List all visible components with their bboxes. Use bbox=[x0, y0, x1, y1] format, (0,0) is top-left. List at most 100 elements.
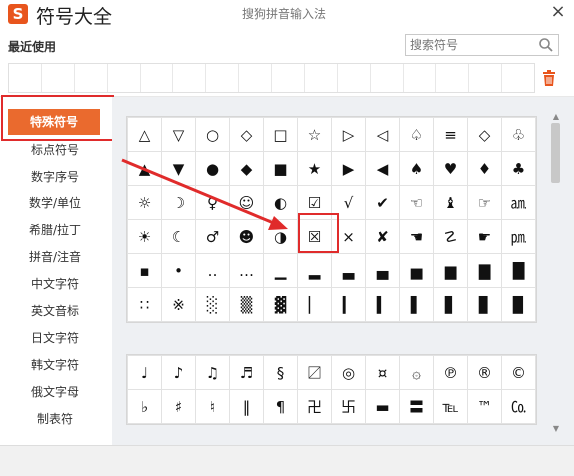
symbol-cell[interactable]: ▽ bbox=[161, 117, 196, 152]
symbol-cell[interactable]: ♧ bbox=[501, 117, 536, 152]
symbol-cell[interactable]: ◐ bbox=[263, 185, 298, 220]
recent-slot[interactable] bbox=[338, 64, 371, 92]
recent-slot[interactable] bbox=[141, 64, 174, 92]
search-box[interactable] bbox=[405, 34, 559, 56]
symbol-cell[interactable]: ◇ bbox=[467, 117, 502, 152]
symbol-cell[interactable]: △ bbox=[127, 117, 162, 152]
symbol-cell[interactable]: ▉ bbox=[501, 287, 536, 322]
symbol-cell[interactable]: 〼 bbox=[297, 355, 332, 390]
scroll-thumb[interactable] bbox=[551, 123, 560, 183]
symbol-cell[interactable]: ☆ bbox=[297, 117, 332, 152]
symbol-cell[interactable]: █ bbox=[501, 253, 536, 288]
recent-slot[interactable] bbox=[502, 64, 534, 92]
symbol-cell[interactable]: ◁ bbox=[365, 117, 400, 152]
symbol-cell[interactable]: 〓 bbox=[399, 389, 434, 424]
scroll-down-icon[interactable]: ▼ bbox=[551, 425, 561, 433]
recent-slot[interactable] bbox=[239, 64, 272, 92]
symbol-cell[interactable]: ✘ bbox=[365, 219, 400, 254]
search-input[interactable] bbox=[410, 37, 534, 53]
recent-slot[interactable] bbox=[108, 64, 141, 92]
symbol-cell[interactable]: ♣ bbox=[501, 151, 536, 186]
symbol-cell[interactable]: ▶ bbox=[331, 151, 366, 186]
symbol-cell[interactable]: • bbox=[161, 253, 196, 288]
symbol-cell[interactable]: ♥ bbox=[433, 151, 468, 186]
symbol-cell[interactable]: ☀ bbox=[127, 219, 162, 254]
symbol-cell[interactable]: ▌ bbox=[399, 287, 434, 322]
symbol-cell[interactable]: ☻ bbox=[229, 219, 264, 254]
sidebar-item-math-units[interactable]: 数学/单位 bbox=[0, 191, 110, 215]
symbol-cell[interactable]: § bbox=[263, 355, 298, 390]
recent-slot[interactable] bbox=[371, 64, 404, 92]
symbol-cell[interactable]: ◇ bbox=[229, 117, 264, 152]
symbol-cell[interactable]: ☽ bbox=[161, 185, 196, 220]
symbol-cell[interactable]: 卐 bbox=[331, 389, 366, 424]
sidebar-item-number-sequence[interactable]: 数字序号 bbox=[0, 165, 110, 189]
symbol-cell[interactable]: ▆ bbox=[433, 253, 468, 288]
symbol-cell[interactable]: ☾ bbox=[161, 219, 196, 254]
symbol-cell[interactable]: ◑ bbox=[263, 219, 298, 254]
symbol-cell[interactable]: ▬ bbox=[365, 389, 400, 424]
symbol-cell[interactable]: ▓ bbox=[263, 287, 298, 322]
symbol-cell[interactable]: ▃ bbox=[331, 253, 366, 288]
symbol-cell[interactable]: ≡ bbox=[433, 117, 468, 152]
close-icon[interactable]: × bbox=[548, 2, 568, 22]
recent-slot[interactable] bbox=[305, 64, 338, 92]
recent-slot[interactable] bbox=[404, 64, 437, 92]
sidebar-item-korean[interactable]: 韩文字符 bbox=[0, 353, 110, 377]
symbol-cell[interactable]: ▂ bbox=[297, 253, 332, 288]
sidebar-item-punctuation[interactable]: 标点符号 bbox=[0, 138, 110, 162]
sidebar-item-pinyin[interactable]: 拼音/注音 bbox=[0, 245, 110, 269]
symbol-cell[interactable]: ♭ bbox=[127, 389, 162, 424]
sidebar-item-chinese-chars[interactable]: 中文字符 bbox=[0, 272, 110, 296]
symbol-cell[interactable]: ▍ bbox=[365, 287, 400, 322]
symbol-cell[interactable]: ♬ bbox=[229, 355, 264, 390]
symbol-cell[interactable]: © bbox=[501, 355, 536, 390]
symbol-cell[interactable]: ℡ bbox=[433, 389, 468, 424]
symbol-cell[interactable]: ® bbox=[467, 355, 502, 390]
symbol-cell[interactable]: ◎ bbox=[331, 355, 366, 390]
symbol-cell[interactable]: ▷ bbox=[331, 117, 366, 152]
symbol-cell[interactable]: ▄ bbox=[365, 253, 400, 288]
symbol-cell[interactable]: ▊ bbox=[467, 287, 502, 322]
sidebar-item-japanese[interactable]: 日文字符 bbox=[0, 326, 110, 350]
symbol-cell[interactable]: ☼ bbox=[127, 185, 162, 220]
symbol-cell[interactable]: ☜ bbox=[399, 185, 434, 220]
symbol-cell[interactable]: ☛ bbox=[467, 219, 502, 254]
symbol-cell[interactable]: ♠ bbox=[399, 151, 434, 186]
symbol-cell[interactable]: ▅ bbox=[399, 253, 434, 288]
scroll-up-icon[interactable]: ▲ bbox=[551, 113, 561, 121]
symbol-cell[interactable]: ■ bbox=[263, 151, 298, 186]
symbol-cell[interactable]: ☺ bbox=[229, 185, 264, 220]
recent-slot[interactable] bbox=[206, 64, 240, 92]
symbol-cell[interactable]: ░ bbox=[195, 287, 230, 322]
symbol-cell[interactable]: ۞ bbox=[399, 355, 434, 390]
recent-slot[interactable] bbox=[75, 64, 108, 92]
recent-slot[interactable] bbox=[436, 64, 470, 92]
search-icon[interactable] bbox=[538, 37, 554, 53]
symbol-cell[interactable]: ▒ bbox=[229, 287, 264, 322]
symbol-cell[interactable]: ♮ bbox=[195, 389, 230, 424]
symbol-cell[interactable]: ♯ bbox=[161, 389, 196, 424]
symbol-cell[interactable]: ♦ bbox=[467, 151, 502, 186]
symbol-cell[interactable]: ‖ bbox=[229, 389, 264, 424]
symbol-cell[interactable]: ‥ bbox=[195, 253, 230, 288]
symbol-cell[interactable]: ▋ bbox=[433, 287, 468, 322]
symbol-cell[interactable]: ○ bbox=[195, 117, 230, 152]
symbol-cell[interactable]: ▲ bbox=[127, 151, 162, 186]
symbol-cell[interactable]: … bbox=[229, 253, 264, 288]
symbol-cell[interactable]: ♫ bbox=[195, 355, 230, 390]
sidebar-item-box-drawing[interactable]: 制表符 bbox=[0, 407, 110, 431]
symbol-cell[interactable]: ※ bbox=[161, 287, 196, 322]
sidebar-item-english-phonetics[interactable]: 英文音标 bbox=[0, 299, 110, 323]
sidebar-item-greek-latin[interactable]: 希腊/拉丁 bbox=[0, 218, 110, 242]
symbol-cell[interactable]: ¶ bbox=[263, 389, 298, 424]
symbol-cell[interactable]: ♩ bbox=[127, 355, 162, 390]
symbol-cell[interactable]: ℗ bbox=[433, 355, 468, 390]
symbol-cell[interactable]: ¤ bbox=[365, 355, 400, 390]
symbol-cell[interactable]: ㏘ bbox=[501, 219, 536, 254]
symbol-cell[interactable]: ☡ bbox=[433, 219, 468, 254]
symbol-cell[interactable]: ◀ bbox=[365, 151, 400, 186]
symbol-cell[interactable]: ™ bbox=[467, 389, 502, 424]
sidebar-item-russian[interactable]: 俄文字母 bbox=[0, 380, 110, 404]
recent-slot[interactable] bbox=[272, 64, 305, 92]
